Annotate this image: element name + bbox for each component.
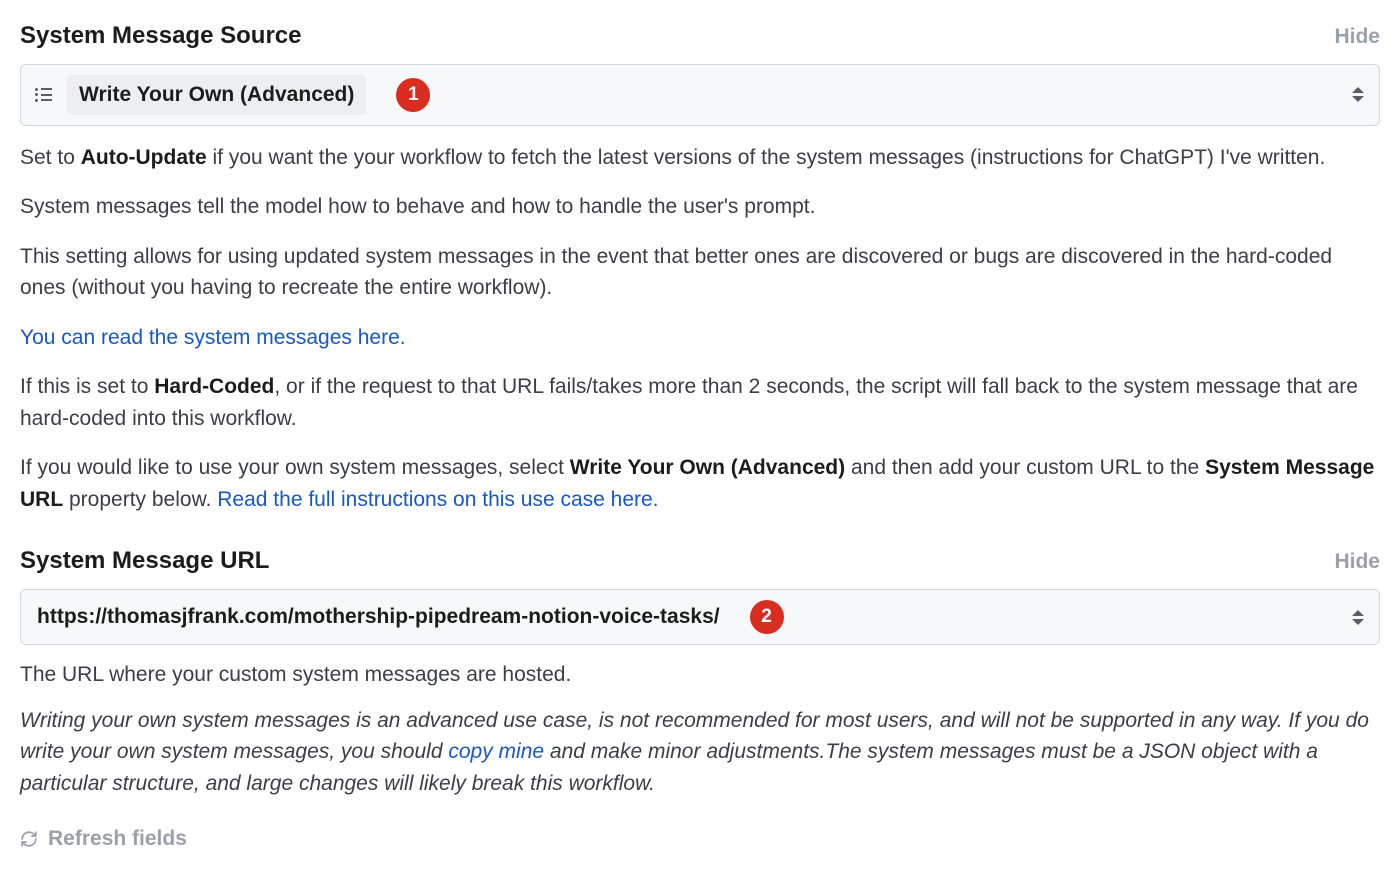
desc-paragraph: You can read the system messages here.: [20, 322, 1380, 354]
select-value: Write Your Own (Advanced): [67, 75, 366, 115]
text-bold: Hard-Coded: [154, 375, 274, 398]
text: if you want the your workflow to fetch t…: [207, 146, 1326, 169]
system-message-source-section: System Message Source Hide Write Your Ow…: [20, 18, 1380, 515]
annotation-badge-2: 2: [750, 600, 784, 634]
section-title: System Message URL: [20, 543, 269, 579]
text: and then add your custom URL to the: [845, 456, 1205, 479]
text: property below.: [63, 488, 217, 511]
hide-button[interactable]: Hide: [1334, 546, 1380, 578]
full-instructions-link[interactable]: Read the full instructions on this use c…: [217, 488, 658, 511]
section1-description: Set to Auto-Update if you want the your …: [20, 142, 1380, 516]
desc-paragraph: If you would like to use your own system…: [20, 452, 1380, 515]
desc-paragraph: The URL where your custom system message…: [20, 659, 1380, 691]
refresh-fields-button[interactable]: Refresh fields: [20, 823, 1380, 855]
refresh-label: Refresh fields: [48, 823, 187, 855]
sort-caret-icon: [1351, 607, 1365, 627]
url-value: https://thomasjfrank.com/mothership-pipe…: [35, 601, 720, 633]
read-system-messages-link[interactable]: You can read the system messages here.: [20, 326, 406, 349]
list-icon: [35, 88, 53, 102]
text: If this is set to: [20, 375, 154, 398]
system-message-source-select[interactable]: Write Your Own (Advanced) 1: [20, 64, 1380, 126]
hide-button[interactable]: Hide: [1334, 21, 1380, 53]
desc-paragraph: Set to Auto-Update if you want the your …: [20, 142, 1380, 174]
text-bold: Auto-Update: [81, 146, 207, 169]
desc-paragraph: This setting allows for using updated sy…: [20, 241, 1380, 304]
text: Set to: [20, 146, 81, 169]
text-bold: Write Your Own (Advanced): [570, 456, 845, 479]
text: If you would like to use your own system…: [20, 456, 570, 479]
system-message-url-input[interactable]: https://thomasjfrank.com/mothership-pipe…: [20, 589, 1380, 645]
desc-paragraph: System messages tell the model how to be…: [20, 191, 1380, 223]
desc-paragraph-italic: Writing your own system messages is an a…: [20, 705, 1380, 800]
desc-paragraph: If this is set to Hard-Coded, or if the …: [20, 371, 1380, 434]
sort-caret-icon: [1351, 85, 1365, 105]
copy-mine-link[interactable]: copy mine: [448, 740, 544, 763]
section2-description: The URL where your custom system message…: [20, 659, 1380, 799]
system-message-url-section: System Message URL Hide https://thomasjf…: [20, 543, 1380, 799]
refresh-icon: [20, 830, 38, 848]
section-header: System Message Source Hide: [20, 18, 1380, 54]
section-header: System Message URL Hide: [20, 543, 1380, 579]
annotation-badge-1: 1: [396, 78, 430, 112]
section-title: System Message Source: [20, 18, 301, 54]
